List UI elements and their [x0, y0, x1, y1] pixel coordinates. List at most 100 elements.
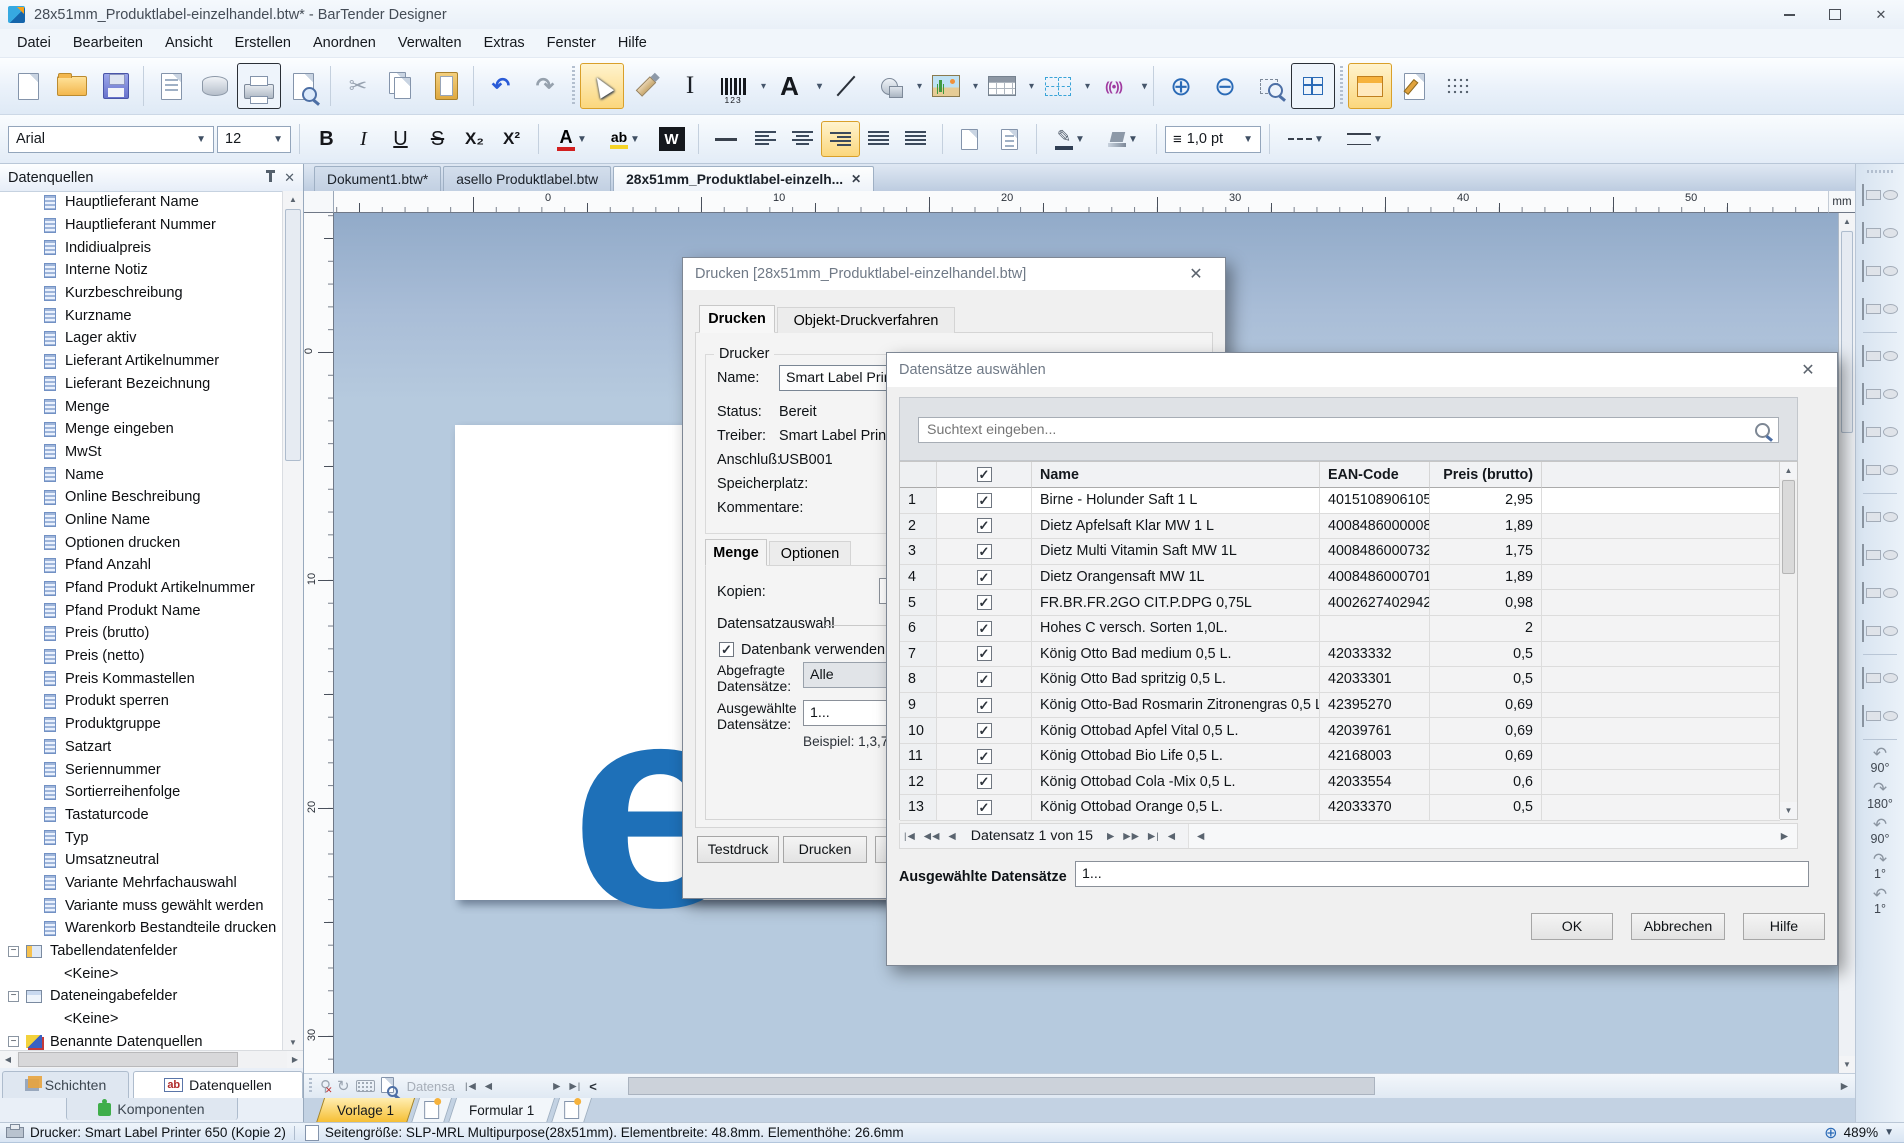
zoom-fit-icon[interactable]: [1291, 63, 1335, 109]
record-checkbox-cell[interactable]: ✓: [937, 744, 1032, 770]
record-price-cell[interactable]: 0,5: [1430, 667, 1542, 693]
record-ean-cell[interactable]: [1320, 616, 1430, 642]
record-name-cell[interactable]: Dietz Orangensaft MW 1L: [1032, 565, 1320, 591]
shape-tool-icon[interactable]: [868, 63, 924, 109]
minimize-button[interactable]: [1766, 1, 1812, 29]
record-price-cell[interactable]: 1,75: [1430, 539, 1542, 565]
scrollbar-thumb[interactable]: [1841, 231, 1853, 433]
menu-item-datei[interactable]: Datei: [6, 31, 62, 55]
record-ean-cell[interactable]: 42395270: [1320, 693, 1430, 719]
data-pin-icon[interactable]: ⚲✕: [320, 1079, 331, 1094]
record-price-cell[interactable]: 1,89: [1430, 514, 1542, 540]
close-icon[interactable]: ✕: [851, 172, 861, 186]
align-center-button[interactable]: [784, 121, 821, 155]
datasource-group-item[interactable]: −Tabellendatenfelder: [0, 940, 283, 963]
menu-item-verwalten[interactable]: Verwalten: [387, 31, 473, 55]
datasource-field-item[interactable]: Hauptlieferant Nummer: [0, 214, 283, 237]
record-last-icon[interactable]: ▶|: [569, 1081, 581, 1092]
record-price-cell[interactable]: 0,6: [1430, 770, 1542, 796]
datasource-field-item[interactable]: Tastaturcode: [0, 804, 283, 827]
testdruck-button[interactable]: Testdruck: [697, 836, 779, 863]
table-vertical-scrollbar[interactable]: ▲ ▼: [1779, 462, 1797, 819]
record-ean-cell[interactable]: 4002627402942: [1320, 590, 1430, 616]
zoom-region-icon[interactable]: [1247, 63, 1291, 109]
record-price-cell[interactable]: 0,69: [1430, 693, 1542, 719]
record-checkbox[interactable]: ✓: [977, 723, 992, 738]
record-checkbox[interactable]: ✓: [977, 570, 992, 585]
record-first-icon[interactable]: |◀: [465, 1081, 477, 1092]
same-width-icon[interactable]: [1861, 660, 1899, 696]
datasource-field-item[interactable]: Variante Mehrfachauswahl: [0, 872, 283, 895]
italic-button[interactable]: I: [345, 122, 382, 156]
menu-item-anordnen[interactable]: Anordnen: [302, 31, 387, 55]
hilfe-button[interactable]: Hilfe: [1743, 913, 1825, 940]
record-checkbox[interactable]: ✓: [977, 621, 992, 636]
text-cursor-icon[interactable]: I: [668, 63, 712, 109]
menu-item-erstellen[interactable]: Erstellen: [224, 31, 302, 55]
datasource-field-item[interactable]: Preis (netto): [0, 645, 283, 668]
datasource-field-item[interactable]: Pfand Produkt Name: [0, 599, 283, 622]
tab-komponenten[interactable]: Komponenten: [66, 1098, 238, 1120]
scroll-down-icon[interactable]: ▼: [1839, 1056, 1855, 1073]
keyboard-icon[interactable]: [356, 1080, 375, 1092]
drucken-button[interactable]: Drucken: [783, 836, 867, 863]
record-price-cell[interactable]: 0,69: [1430, 718, 1542, 744]
datasource-field-item[interactable]: Online Name: [0, 509, 283, 532]
distribute-horizontal-icon[interactable]: [1861, 499, 1899, 535]
record-name-cell[interactable]: König Ottobad Bio Life 0,5 L.: [1032, 744, 1320, 770]
record-name-cell[interactable]: FR.BR.FR.2GO CIT.P.DPG 0,75L: [1032, 590, 1320, 616]
strikethrough-button[interactable]: S: [419, 122, 456, 156]
scroll-up-icon[interactable]: ▲: [1780, 462, 1797, 479]
record-price-cell[interactable]: 0,98: [1430, 590, 1542, 616]
datasource-field-item[interactable]: Satzart: [0, 736, 283, 759]
record-price-cell[interactable]: 1,89: [1430, 565, 1542, 591]
record-checkbox-cell[interactable]: ✓: [937, 642, 1032, 668]
pin-icon[interactable]: [269, 173, 272, 182]
zoom-out-icon[interactable]: ⊖: [1203, 63, 1247, 109]
record-price-cell[interactable]: 2,95: [1430, 488, 1542, 514]
align-top-edges-icon[interactable]: [1861, 338, 1899, 374]
push-left-icon[interactable]: [1861, 253, 1899, 289]
datasource-field-item[interactable]: Optionen drucken: [0, 531, 283, 554]
record-name-cell[interactable]: König Ottobad Orange 0,5 L.: [1032, 795, 1320, 821]
center-template-horizontal-icon[interactable]: [1861, 575, 1899, 611]
record-price-cell[interactable]: 0,69: [1430, 744, 1542, 770]
highlight-color-button[interactable]: ab ▼: [600, 122, 650, 156]
print-dialog-titlebar[interactable]: Drucken [28x51mm_Produktlabel-einzelhand…: [683, 258, 1225, 290]
record-name-cell[interactable]: König Otto-Bad Rosmarin Zitronengras 0,5…: [1032, 693, 1320, 719]
zoom-in-icon[interactable]: ⊕: [1159, 63, 1203, 109]
datasource-group-child[interactable]: <Keine>: [0, 1008, 283, 1031]
line-tool-icon[interactable]: [824, 63, 868, 109]
superscript-button[interactable]: X²: [493, 122, 530, 156]
collapse-icon[interactable]: −: [8, 1036, 19, 1047]
rotate-180deg-button-1[interactable]: ↷180°: [1856, 781, 1904, 810]
header-ean[interactable]: EAN-Code: [1320, 462, 1430, 488]
save-icon[interactable]: [94, 63, 138, 109]
record-ean-cell[interactable]: 4008486000701: [1320, 565, 1430, 591]
record-ean-cell[interactable]: 4008486000732: [1320, 539, 1430, 565]
record-price-cell[interactable]: 0,5: [1430, 642, 1542, 668]
datasource-field-item[interactable]: Name: [0, 463, 283, 486]
record-nav-icon[interactable]: ◀: [1168, 831, 1176, 842]
center-horizontal-icon[interactable]: [1861, 414, 1899, 450]
record-checkbox-cell[interactable]: ✓: [937, 770, 1032, 796]
tree-horizontal-scrollbar[interactable]: ◀ ▶: [0, 1050, 303, 1068]
tab-menge[interactable]: Menge: [705, 539, 767, 566]
menu-item-hilfe[interactable]: Hilfe: [607, 31, 658, 55]
record-checkbox[interactable]: ✓: [977, 518, 992, 533]
distribute-vertical-icon[interactable]: [1861, 537, 1899, 573]
redo-icon[interactable]: ↷: [523, 63, 567, 109]
record-nav-icon[interactable]: |◀: [904, 831, 916, 842]
zoom-icon[interactable]: ⊕: [1824, 1123, 1837, 1143]
document-tab[interactable]: 28x51mm_Produktlabel-einzelh...✕: [613, 166, 874, 191]
header-name[interactable]: Name: [1032, 462, 1320, 488]
align-left-button[interactable]: [747, 121, 784, 155]
abbrechen-button[interactable]: Abbrechen: [1631, 913, 1725, 940]
document-tab[interactable]: Dokument1.btw*: [314, 166, 441, 191]
menu-item-extras[interactable]: Extras: [473, 31, 536, 55]
datasource-field-item[interactable]: Menge eingeben: [0, 418, 283, 441]
line-weight-combo[interactable]: ≡ 1,0 pt ▼: [1165, 126, 1261, 153]
collapse-icon[interactable]: −: [8, 946, 19, 957]
print-preview-icon[interactable]: [281, 63, 325, 109]
record-name-cell[interactable]: Hohes C versch. Sorten 1,0L.: [1032, 616, 1320, 642]
